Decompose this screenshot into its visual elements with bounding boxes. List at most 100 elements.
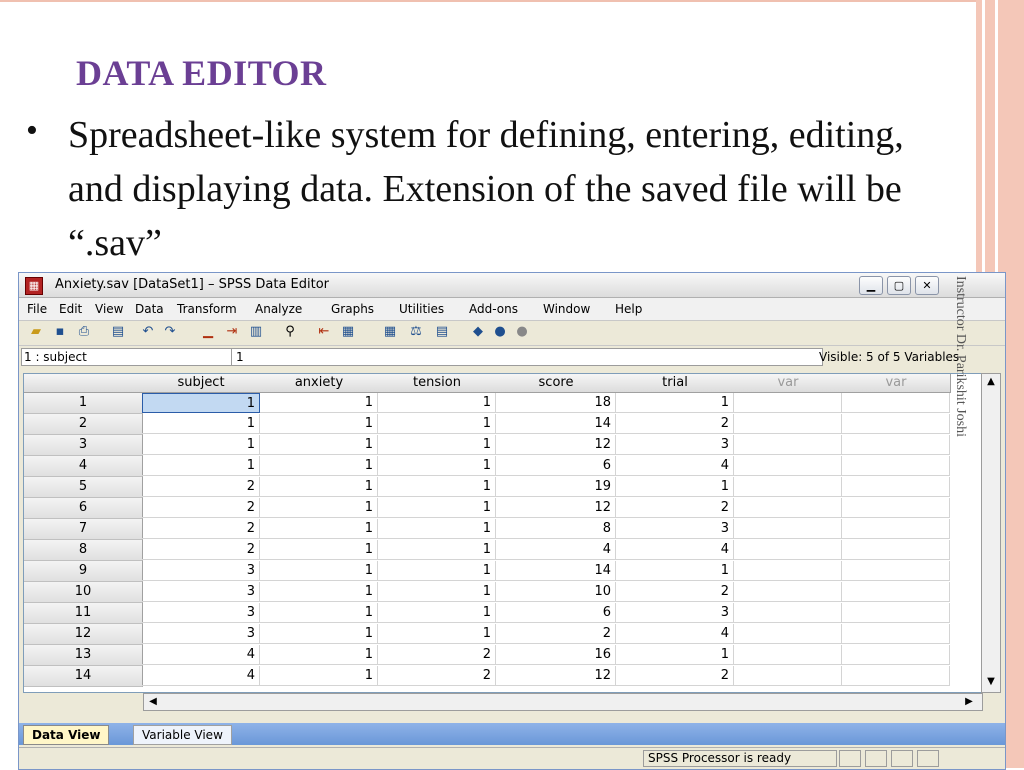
row-header[interactable]: 1 — [24, 393, 143, 414]
table-cell[interactable] — [734, 561, 842, 581]
select-cases-icon[interactable]: ▤ — [433, 324, 451, 340]
table-cell[interactable]: 1 — [260, 414, 378, 434]
column-header-score[interactable]: score — [496, 374, 617, 393]
value-labels-icon[interactable]: ◆ — [469, 324, 487, 340]
table-cell[interactable]: 2 — [616, 666, 734, 686]
table-cell[interactable]: 1 — [260, 603, 378, 623]
table-cell[interactable]: 1 — [260, 477, 378, 497]
table-cell[interactable] — [734, 645, 842, 665]
table-cell[interactable]: 4 — [616, 456, 734, 476]
table-cell[interactable]: 1 — [142, 393, 260, 413]
table-cell[interactable]: 1 — [616, 393, 734, 413]
table-cell[interactable] — [734, 498, 842, 518]
row-header[interactable]: 14 — [24, 666, 143, 687]
table-cell[interactable]: 2 — [616, 414, 734, 434]
goto-variable-icon[interactable]: ⇥ — [223, 324, 241, 340]
table-cell[interactable] — [734, 456, 842, 476]
table-cell[interactable] — [842, 561, 950, 581]
table-cell[interactable]: 1 — [142, 456, 260, 476]
row-header[interactable]: 6 — [24, 498, 143, 519]
table-cell[interactable]: 1 — [616, 645, 734, 665]
table-cell[interactable]: 14 — [496, 414, 616, 434]
table-cell[interactable] — [842, 582, 950, 602]
table-cell[interactable]: 1 — [378, 456, 496, 476]
column-header-tension[interactable]: tension — [378, 374, 497, 393]
table-cell[interactable]: 10 — [496, 582, 616, 602]
table-cell[interactable]: 2 — [378, 666, 496, 686]
scroll-down-icon[interactable]: ▼ — [984, 674, 998, 690]
table-cell[interactable]: 2 — [496, 624, 616, 644]
show-all-variables-icon[interactable]: ● — [513, 324, 531, 340]
use-variable-sets-icon[interactable]: ● — [491, 324, 509, 340]
table-cell[interactable]: 1 — [260, 666, 378, 686]
row-header[interactable]: 7 — [24, 519, 143, 540]
table-cell[interactable]: 1 — [260, 519, 378, 539]
minimize-button[interactable]: ▁ — [859, 276, 883, 295]
table-cell[interactable]: 1 — [378, 624, 496, 644]
menu-help[interactable]: Help — [615, 302, 642, 316]
table-cell[interactable] — [842, 498, 950, 518]
table-cell[interactable]: 1 — [260, 393, 378, 413]
table-cell[interactable]: 1 — [378, 519, 496, 539]
table-cell[interactable] — [734, 603, 842, 623]
table-cell[interactable]: 14 — [496, 561, 616, 581]
table-cell[interactable]: 19 — [496, 477, 616, 497]
menu-edit[interactable]: Edit — [59, 302, 82, 316]
vertical-scrollbar[interactable]: ▲ ▼ — [981, 373, 1001, 693]
table-cell[interactable] — [734, 666, 842, 686]
scroll-right-icon[interactable]: ▶ — [962, 694, 976, 710]
table-cell[interactable] — [842, 456, 950, 476]
table-cell[interactable] — [734, 624, 842, 644]
table-cell[interactable] — [734, 435, 842, 455]
table-cell[interactable] — [842, 540, 950, 560]
table-cell[interactable]: 8 — [496, 519, 616, 539]
table-cell[interactable]: 4 — [496, 540, 616, 560]
table-cell[interactable]: 3 — [142, 624, 260, 644]
table-cell[interactable]: 1 — [260, 582, 378, 602]
table-cell[interactable]: 1 — [142, 435, 260, 455]
table-cell[interactable] — [734, 393, 842, 413]
table-cell[interactable]: 1 — [260, 498, 378, 518]
row-header[interactable]: 2 — [24, 414, 143, 435]
weight-cases-icon[interactable]: ⚖ — [407, 324, 425, 340]
scroll-left-icon[interactable]: ◀ — [146, 694, 160, 710]
table-cell[interactable] — [842, 624, 950, 644]
row-header[interactable]: 12 — [24, 624, 143, 645]
menu-file[interactable]: File — [27, 302, 47, 316]
column-header-var[interactable]: var — [842, 374, 951, 393]
row-header[interactable]: 5 — [24, 477, 143, 498]
table-cell[interactable] — [734, 519, 842, 539]
close-button[interactable]: ✕ — [915, 276, 939, 295]
table-cell[interactable]: 4 — [142, 666, 260, 686]
table-cell[interactable]: 1 — [378, 561, 496, 581]
table-cell[interactable]: 1 — [260, 624, 378, 644]
column-header-trial[interactable]: trial — [616, 374, 735, 393]
table-cell[interactable]: 1 — [378, 603, 496, 623]
menu-utilities[interactable]: Utilities — [399, 302, 444, 316]
open-icon[interactable]: ▰ — [27, 324, 45, 340]
table-cell[interactable]: 1 — [260, 540, 378, 560]
insert-variable-icon[interactable]: ▦ — [339, 324, 357, 340]
row-header[interactable]: 9 — [24, 561, 143, 582]
row-header[interactable]: 4 — [24, 456, 143, 477]
table-cell[interactable] — [842, 666, 950, 686]
table-cell[interactable]: 4 — [142, 645, 260, 665]
table-cell[interactable]: 2 — [616, 582, 734, 602]
table-cell[interactable]: 3 — [616, 603, 734, 623]
menu-window[interactable]: Window — [543, 302, 590, 316]
table-cell[interactable]: 1 — [378, 393, 496, 413]
table-cell[interactable] — [842, 393, 950, 413]
table-cell[interactable]: 12 — [496, 435, 616, 455]
table-cell[interactable]: 1 — [378, 414, 496, 434]
table-cell[interactable] — [842, 477, 950, 497]
table-cell[interactable]: 1 — [260, 435, 378, 455]
menu-analyze[interactable]: Analyze — [255, 302, 302, 316]
table-cell[interactable]: 1 — [616, 477, 734, 497]
menu-add-ons[interactable]: Add-ons — [469, 302, 518, 316]
table-cell[interactable]: 3 — [142, 603, 260, 623]
table-cell[interactable]: 2 — [142, 498, 260, 518]
table-cell[interactable]: 3 — [616, 519, 734, 539]
menu-graphs[interactable]: Graphs — [331, 302, 374, 316]
table-cell[interactable] — [842, 645, 950, 665]
table-cell[interactable]: 4 — [616, 540, 734, 560]
